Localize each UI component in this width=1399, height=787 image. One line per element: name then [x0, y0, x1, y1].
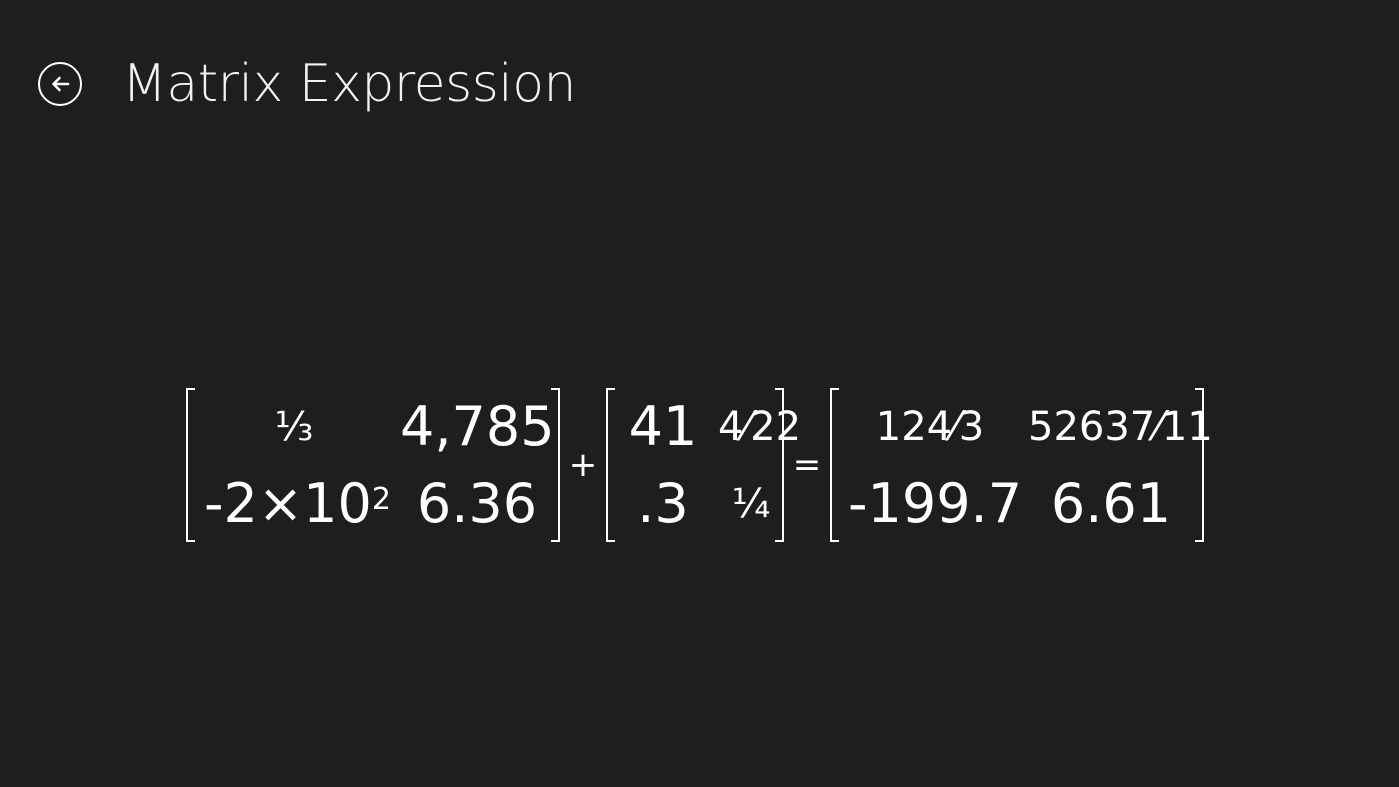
matrix-a[interactable]: ⅓ 4,785 -2×102 6.36	[186, 388, 560, 542]
matrix-a-cell-r1c1[interactable]: ⅓	[196, 392, 392, 462]
matrix-a-cell-r2c1[interactable]: -2×102	[196, 469, 392, 539]
matrix-a-cell-r2c1-exponent: 2	[371, 481, 391, 517]
matrix-b-cell-r2c2[interactable]: ¼	[710, 469, 792, 539]
matrix-b-cell-r1c1[interactable]: 41	[616, 392, 710, 462]
matrix-b-cell-r2c1[interactable]: .3	[616, 469, 710, 539]
matrix-a-cell-r2c1-base: -2×10	[204, 471, 372, 535]
result-cell-r1c1: 124⁄3	[875, 403, 985, 450]
result-cell-r1c2: 52637⁄11	[1028, 403, 1213, 450]
result-cell-r2c1: -199.7	[848, 471, 1023, 535]
back-arrow-icon	[52, 76, 70, 92]
result-matrix: 124⁄3 52637⁄11 -199.7 6.61	[830, 388, 1213, 542]
page-header: Matrix Expression	[38, 52, 577, 116]
matrix-b-cell-r1c2[interactable]: 4⁄22	[710, 392, 801, 462]
page-title: Matrix Expression	[122, 54, 577, 114]
matrix-b[interactable]: 41 4⁄22 .3 ¼	[606, 388, 801, 542]
plus-operator: +	[568, 445, 598, 485]
matrix-expression: ⅓ 4,785 -2×102 6.36 + 41 4⁄22 .3 ¼ = 124…	[186, 388, 1213, 542]
back-button[interactable]	[38, 62, 82, 106]
matrix-a-cell-r1c2[interactable]: 4,785	[392, 392, 562, 462]
result-cell-r2c2: 6.61	[1050, 471, 1172, 535]
matrix-a-cell-r2c2[interactable]: 6.36	[392, 469, 562, 539]
